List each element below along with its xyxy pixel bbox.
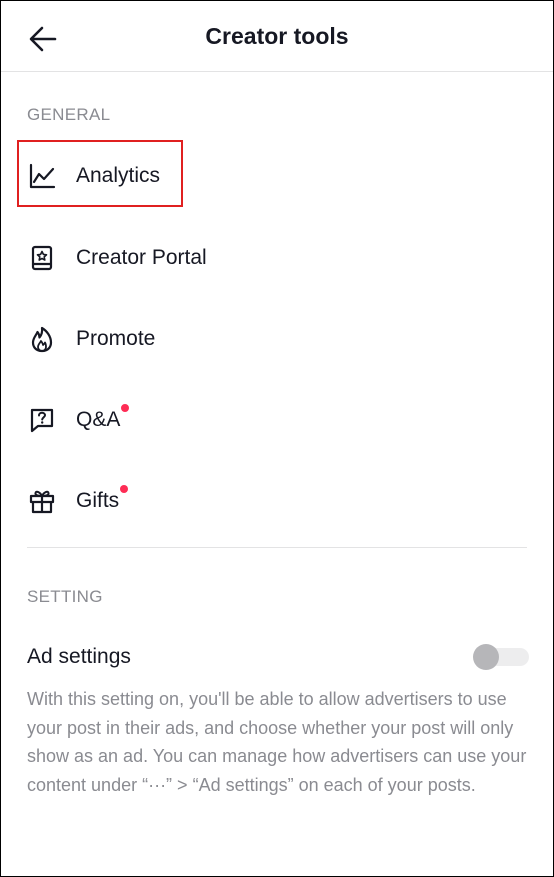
menu-item-creator-portal[interactable]: Creator Portal <box>27 238 207 278</box>
menu-item-text: Gifts <box>76 489 120 512</box>
menu-item-label: Analytics <box>76 164 161 187</box>
section-divider <box>27 547 527 548</box>
menu-item-label: Promote <box>76 327 156 350</box>
page-title: Creator tools <box>205 22 349 49</box>
menu-item-label: Q&A <box>76 404 130 432</box>
creator-portal-icon <box>27 243 57 273</box>
line-chart-icon <box>27 161 57 191</box>
notification-dot <box>120 485 129 493</box>
toggle-knob <box>473 644 499 670</box>
menu-item-qa[interactable]: Q&A <box>27 400 130 440</box>
ad-settings-title: Ad settings <box>27 645 131 668</box>
menu-item-promote[interactable]: Promote <box>27 319 155 359</box>
flame-icon <box>27 324 57 354</box>
back-button[interactable] <box>25 21 61 57</box>
menu-item-text: Q&A <box>76 408 121 431</box>
top-bar: Creator tools <box>1 1 553 72</box>
section-label-setting: SETTING <box>27 587 103 606</box>
menu-item-label: Creator Portal <box>76 246 207 269</box>
question-bubble-icon <box>27 405 57 435</box>
creator-tools-screen: Creator tools GENERAL Analytics Creator … <box>0 0 554 877</box>
menu-item-gifts[interactable]: Gifts <box>27 481 129 521</box>
notification-dot <box>121 404 130 412</box>
section-label-general: GENERAL <box>27 105 111 124</box>
menu-item-label: Gifts <box>76 485 129 513</box>
ad-settings-toggle[interactable] <box>473 644 529 670</box>
arrow-left-icon <box>29 26 57 52</box>
ad-settings-description: With this setting on, you'll be able to … <box>27 689 527 795</box>
menu-item-analytics[interactable]: Analytics <box>27 156 160 196</box>
gift-icon <box>27 486 57 516</box>
